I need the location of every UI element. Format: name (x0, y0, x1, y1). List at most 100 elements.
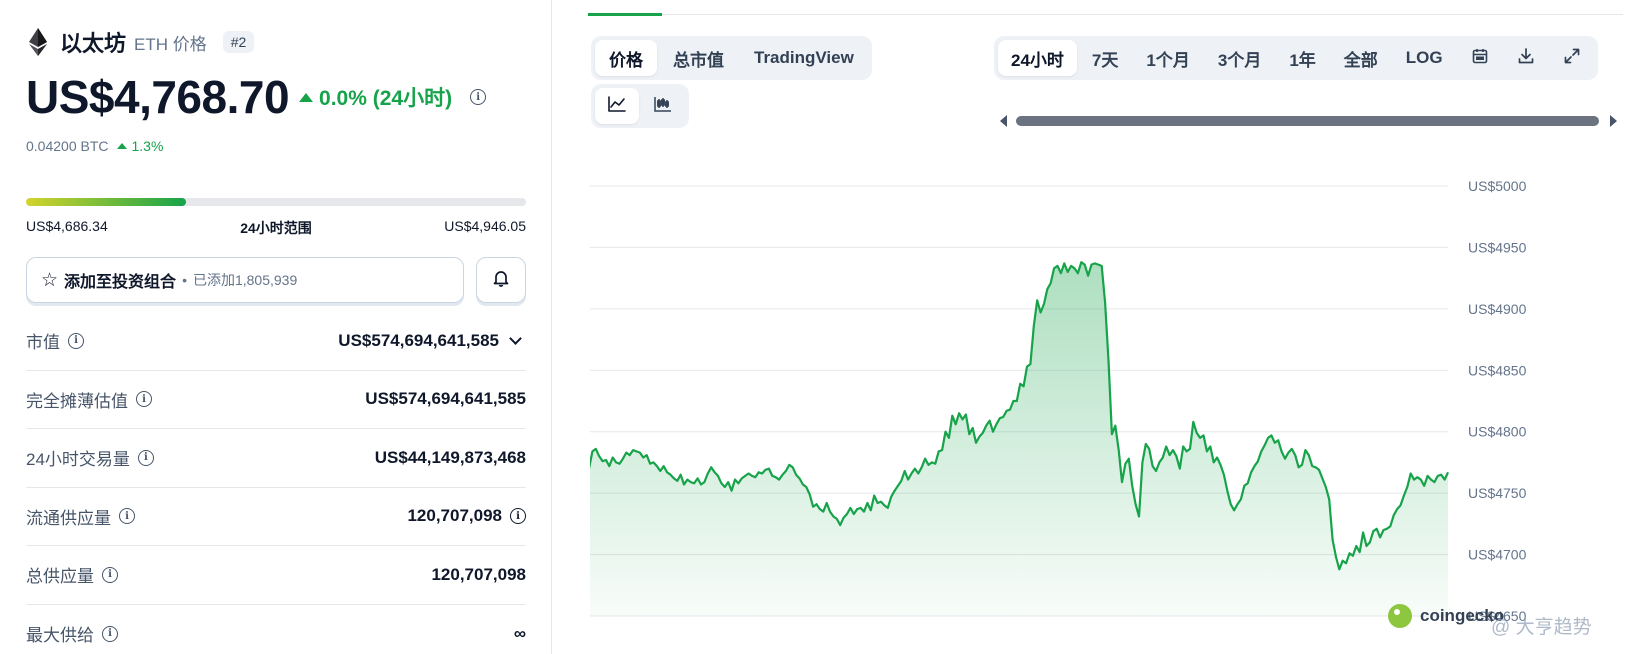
info-icon[interactable]: i (68, 332, 84, 349)
stat-label: 流通供应量 i (26, 504, 135, 529)
range-high: US$4,946.05 (444, 218, 526, 234)
chart-range-scrollbar[interactable] (1000, 115, 1617, 127)
range-1y-button[interactable]: 1年 (1276, 40, 1328, 76)
stat-value: 120,707,098 i (407, 506, 526, 526)
volume-label: 24小时交易量 (26, 450, 130, 470)
download-icon (1517, 47, 1535, 70)
calendar-icon (1471, 47, 1489, 70)
info-icon[interactable]: i (102, 566, 118, 583)
download-button[interactable] (1504, 40, 1548, 76)
info-icon[interactable]: i (137, 449, 154, 466)
scroll-left-arrow-icon[interactable] (1000, 115, 1007, 127)
y-tick-label: US$5000 (1468, 180, 1527, 194)
volume-value: US$44,149,873,468 (374, 447, 526, 467)
max-supply-value: ∞ (513, 623, 526, 643)
y-tick-label: US$4900 (1468, 301, 1527, 317)
range-24h-bar (26, 198, 526, 206)
coin-overview-panel: 以太坊 ETH 价格 #2 US$4,768.70 0.0% (24小时) i … (0, 0, 552, 654)
price-change-24h: 0.0% (24小时) (299, 82, 452, 112)
stat-row-circulating-supply: 流通供应量 i 120,707,098 i (26, 488, 526, 546)
portfolio-added-count: 已添加1,805,939 (192, 272, 298, 288)
info-icon[interactable]: i (470, 89, 487, 105)
candlestick-chart-button[interactable] (641, 88, 685, 124)
max-supply-label: 最大供给 (26, 626, 94, 646)
stat-row-market-cap[interactable]: 市值 i US$574,694,641,585 (26, 312, 526, 371)
total-supply-value: 120,707,098 (431, 564, 526, 584)
expand-icon (1563, 47, 1581, 70)
portfolio-dot: • (182, 272, 187, 288)
tab-market-cap[interactable]: 总市值 (659, 40, 738, 76)
coingecko-watermark: coingecko (1388, 604, 1504, 628)
info-icon[interactable]: i (102, 625, 118, 642)
portfolio-button-label: 添加至投资组合 (64, 274, 177, 291)
price-alert-button[interactable] (476, 257, 526, 303)
tab-divider (588, 14, 1623, 15)
info-icon[interactable]: i (136, 391, 152, 408)
fullscreen-button[interactable] (1550, 40, 1594, 76)
active-tab-indicator (588, 13, 662, 16)
time-range-selector: 24小时 7天 1个月 3个月 1年 全部 LOG (994, 36, 1598, 80)
y-tick-label: US$4950 (1468, 239, 1527, 255)
calendar-button[interactable] (1458, 40, 1502, 76)
chart-style-toggle (591, 84, 689, 128)
chevron-down-icon[interactable] (509, 332, 522, 346)
info-icon[interactable]: i (119, 508, 135, 525)
stat-row-total-supply: 总供应量 i 120,707,098 (26, 546, 526, 605)
fdv-value: US$574,694,641,585 (365, 389, 526, 409)
tab-tradingview[interactable]: TradingView (740, 40, 868, 76)
bell-icon (492, 269, 510, 292)
circulating-supply-label: 流通供应量 (26, 508, 111, 528)
range-3m-button[interactable]: 3个月 (1205, 40, 1274, 76)
stat-row-volume: 24小时交易量 i US$44,149,873,468 (26, 429, 526, 488)
price-row: US$4,768.70 0.0% (24小时) i (26, 70, 487, 124)
btc-change: 1.3% (116, 138, 164, 154)
rank-badge: #2 (222, 31, 255, 53)
ethereum-logo-icon (26, 27, 50, 57)
range-24h-fill (26, 198, 186, 206)
stats-table: 市值 i US$574,694,641,585 完全摊薄估值 i US$574,… (26, 312, 526, 654)
fdv-label: 完全摊薄估值 (26, 391, 128, 411)
coin-title-row: 以太坊 ETH 价格 #2 (26, 26, 255, 58)
scroll-right-arrow-icon[interactable] (1610, 115, 1617, 127)
y-tick-label: US$4700 (1468, 547, 1527, 563)
log-scale-button[interactable]: LOG (1393, 40, 1456, 76)
price-chart[interactable]: US$5000 US$4950 US$4900 US$4850 US$4800 US$47… (590, 180, 1639, 654)
current-price: US$4,768.70 (26, 71, 290, 123)
scrollbar-thumb[interactable] (1016, 116, 1599, 126)
coin-name: 以太坊 (60, 31, 127, 56)
stat-label: 总供应量 i (26, 562, 118, 587)
up-arrow-icon (299, 92, 314, 102)
total-supply-label: 总供应量 (26, 567, 94, 587)
add-to-portfolio-button[interactable]: ☆ 添加至投资组合 • 已添加1,805,939 (26, 257, 464, 303)
y-tick-label: US$4750 (1468, 485, 1527, 501)
btc-price: 0.04200 BTC (26, 138, 109, 154)
line-chart-button[interactable] (595, 88, 639, 124)
stat-label: 完全摊薄估值 i (26, 387, 152, 412)
coingecko-logo-icon (1388, 604, 1412, 628)
star-icon: ☆ (41, 269, 59, 291)
range-7d-button[interactable]: 7天 (1079, 40, 1131, 76)
market-cap-label: 市值 (26, 333, 60, 353)
stat-label: 24小时交易量 i (26, 445, 154, 470)
up-arrow-icon (116, 143, 127, 149)
info-icon[interactable]: i (510, 508, 526, 525)
y-tick-label: US$4800 (1468, 424, 1527, 440)
btc-change-value: 1.3% (131, 138, 164, 154)
stat-row-fdv: 完全摊薄估值 i US$574,694,641,585 (26, 371, 526, 429)
source-watermark: @ 大亨趋势 (1491, 617, 1592, 638)
y-tick-label: US$4850 (1468, 362, 1527, 378)
market-cap-value: US$574,694,641,585 (338, 330, 499, 350)
chart-type-tabs: 价格 总市值 TradingView (591, 36, 872, 80)
range-all-button[interactable]: 全部 (1331, 40, 1391, 76)
price-area-fill (590, 262, 1448, 616)
candlestick-icon (653, 95, 673, 118)
circulating-supply-value: 120,707,098 (407, 506, 502, 526)
line-chart-icon (607, 95, 627, 118)
range-label: 24小时范围 (240, 220, 312, 236)
tab-price[interactable]: 价格 (595, 40, 657, 76)
range-1m-button[interactable]: 1个月 (1133, 40, 1202, 76)
coin-symbol-label: ETH 价格 (134, 34, 207, 54)
range-24h-button[interactable]: 24小时 (998, 40, 1077, 76)
price-change-value: 0.0% (24小时) (319, 87, 453, 110)
stat-value: US$574,694,641,585 (338, 331, 526, 351)
